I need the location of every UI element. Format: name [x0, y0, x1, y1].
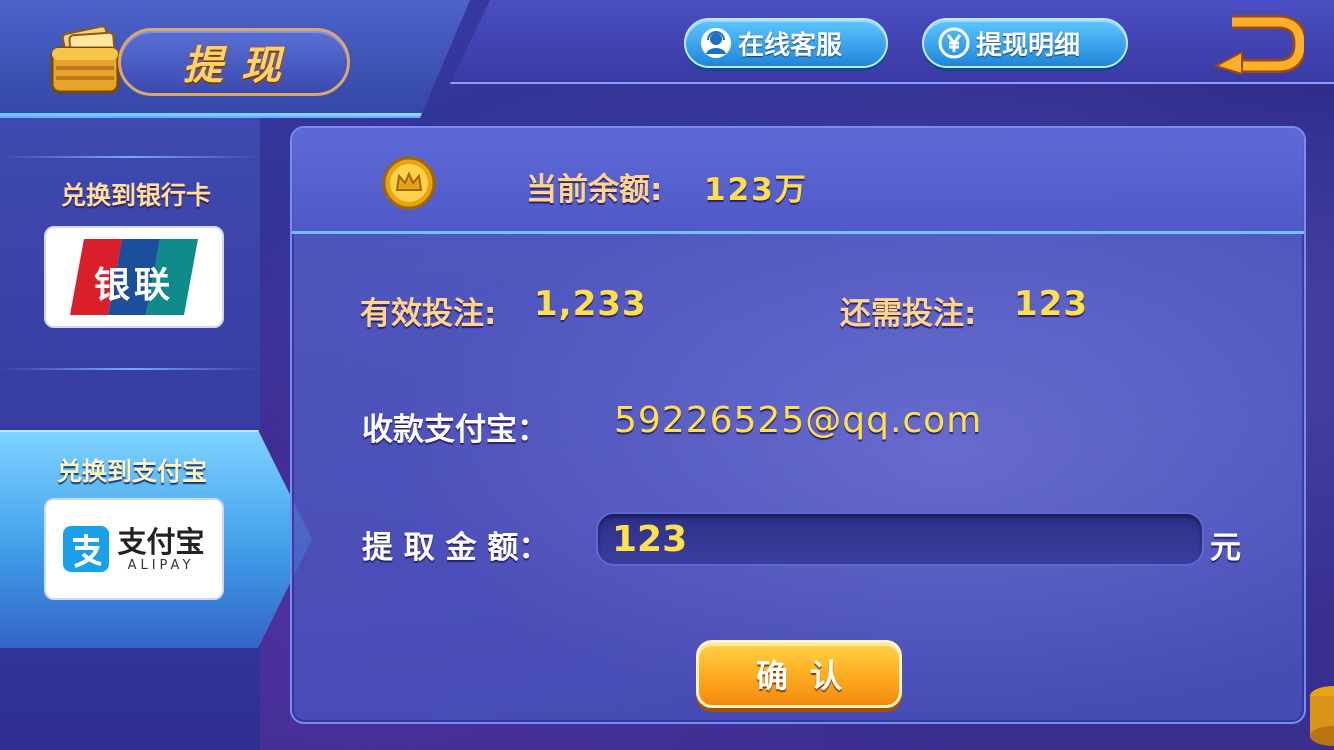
balance-value: 123万 [704, 172, 808, 208]
coin-stack-icon [1310, 686, 1334, 746]
required-bet-label: 还需投注: [840, 296, 977, 332]
balance-bar: 当前余额: 123万 [292, 128, 1304, 234]
customer-service-label: 在线客服 [738, 30, 843, 61]
withdraw-detail-label: 提现明细 [976, 30, 1081, 61]
alipay-text: 支付宝 [117, 524, 205, 559]
alipay-subtext: ALIPAY [127, 557, 195, 573]
valid-bet-value: 1,233 [534, 284, 647, 324]
alipay-wordmark: 支付宝 ALIPAY [117, 526, 204, 573]
top-bar: 提现 在线客服 提现明细 [0, 0, 1334, 118]
sidebar-item-bank-card[interactable]: 兑换到银行卡 银联 [0, 118, 260, 368]
yuan-circle-icon [938, 27, 970, 59]
withdraw-amount-label: 提 取 金 额： [362, 530, 550, 566]
confirm-button[interactable]: 确认 [696, 640, 902, 708]
page-title-plate: 提现 [118, 28, 350, 96]
crown-coin-icon [382, 156, 436, 210]
back-arrow-icon[interactable] [1212, 14, 1304, 74]
currency-unit: 元 [1210, 530, 1241, 566]
balance-label: 当前余额: [526, 172, 663, 208]
sidebar-item-label: 兑换到支付宝 [56, 457, 207, 486]
alipay-account-label: 收款支付宝： [362, 412, 548, 448]
alipay-card[interactable]: 支付宝 ALIPAY [44, 498, 224, 600]
wallet-icon [50, 26, 120, 94]
unionpay-card[interactable]: 银联 [44, 226, 224, 328]
sidebar-item-label: 兑换到银行卡 [60, 181, 211, 210]
page-title: 提现 [183, 43, 299, 89]
withdraw-panel: 当前余额: 123万 有效投注: 1,233 还需投注: 123 收款支付宝： … [290, 126, 1306, 724]
valid-bet-label: 有效投注: [360, 296, 497, 332]
withdraw-detail-button[interactable]: 提现明细 [922, 18, 1128, 68]
customer-service-button[interactable]: 在线客服 [684, 18, 888, 68]
sidebar: 兑换到银行卡 银联 兑换到支付宝 支付宝 ALIPAY [0, 118, 312, 750]
required-bet-value: 123 [1014, 284, 1088, 324]
alipay-logo-icon [63, 526, 110, 572]
unionpay-text: 银联 [93, 265, 174, 306]
sidebar-item-alipay[interactable]: 兑换到支付宝 支付宝 ALIPAY [0, 430, 260, 648]
alipay-account-value: 59226525@qq.com [614, 400, 983, 441]
withdraw-amount-input[interactable] [596, 512, 1204, 566]
sidebar-divider [0, 368, 260, 370]
customer-service-icon [701, 28, 731, 58]
